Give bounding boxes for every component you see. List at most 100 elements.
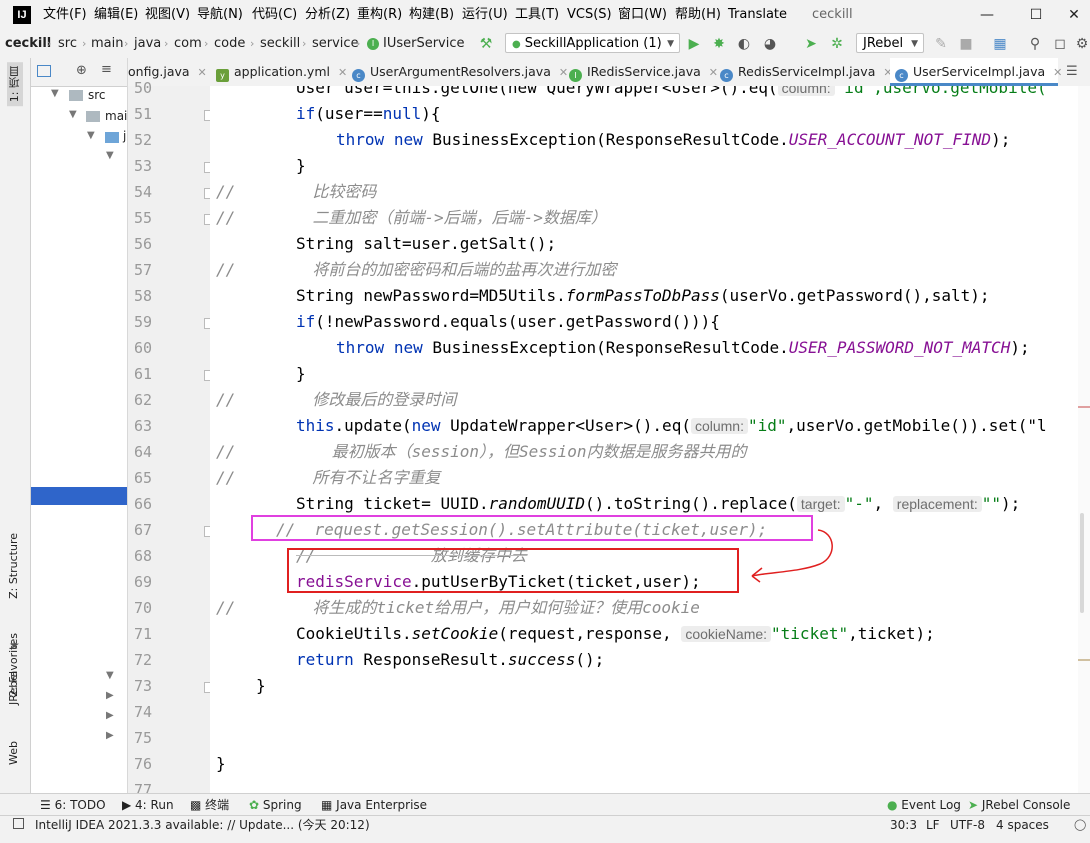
line-number: 57 bbox=[133, 261, 152, 279]
profiler-icon[interactable]: ◕ bbox=[762, 36, 778, 52]
warning-stripe-mark[interactable] bbox=[1078, 659, 1090, 661]
collapse-all-icon[interactable]: ≡ bbox=[101, 62, 112, 77]
menu-build[interactable]: 构建(B) bbox=[409, 0, 454, 30]
tool-windows-icon[interactable] bbox=[13, 818, 24, 829]
status-message[interactable]: IntelliJ IDEA 2021.3.3 available: // Upd… bbox=[35, 816, 370, 834]
menu-run[interactable]: 运行(U) bbox=[462, 0, 508, 30]
breadcrumb-com[interactable]: com bbox=[174, 30, 202, 58]
spring-tool-button[interactable]: ✿ Spring bbox=[249, 794, 302, 816]
file-encoding[interactable]: UTF-8 bbox=[950, 816, 985, 834]
menu-file[interactable]: 文件(F) bbox=[43, 0, 87, 30]
breadcrumb-src[interactable]: src bbox=[58, 30, 77, 58]
caret-position[interactable]: 30:3 bbox=[890, 816, 917, 834]
menu-tools[interactable]: 工具(T) bbox=[515, 0, 559, 30]
menu-vcs[interactable]: VCS(S) bbox=[567, 0, 612, 30]
tab-user-argument-resolvers[interactable]: c UserArgumentResolvers.java ✕ bbox=[352, 58, 568, 86]
settings-icon[interactable]: ⚙ bbox=[1074, 36, 1090, 52]
breadcrumb-seckill[interactable]: seckill bbox=[260, 30, 300, 58]
code-editor[interactable]: User user=this.getOne(new QueryWrapper<U… bbox=[210, 86, 1078, 793]
tab-overflow-icon[interactable]: ☰ bbox=[1066, 64, 1078, 79]
chevron-down-icon[interactable]: ▼ bbox=[69, 109, 77, 120]
project-view-icon[interactable] bbox=[37, 65, 51, 77]
param-hint: column: bbox=[690, 418, 748, 434]
minimize-icon[interactable]: — bbox=[964, 0, 1010, 30]
coverage-icon[interactable]: ◐ bbox=[736, 36, 752, 52]
breadcrumb-java[interactable]: java bbox=[134, 30, 161, 58]
chevron-down-icon[interactable]: ▼ bbox=[51, 88, 59, 99]
menu-refactor[interactable]: 重构(R) bbox=[357, 0, 402, 30]
interface-icon: I bbox=[367, 38, 379, 50]
jrebel-select[interactable]: JRebel ▼ bbox=[856, 33, 924, 53]
tool-tab-project[interactable]: 1: 项目 bbox=[7, 62, 23, 107]
locate-icon[interactable]: ⊕ bbox=[76, 63, 87, 78]
close-icon[interactable]: ✕ bbox=[1053, 66, 1062, 79]
breadcrumb-project[interactable]: ceckill bbox=[5, 30, 51, 58]
tool-tab-web[interactable]: Web bbox=[7, 741, 20, 765]
java-enterprise-tool-button[interactable]: ▦ Java Enterprise bbox=[321, 794, 427, 816]
breadcrumb-code[interactable]: code bbox=[214, 30, 245, 58]
editor-vertical-scrollbar[interactable] bbox=[1078, 86, 1090, 793]
line-number: 72 bbox=[133, 651, 152, 669]
tab-label: UserArgumentResolvers.java bbox=[370, 64, 551, 79]
editor-gutter: 50 51 52 53 54 55 56 57 58 59 60 61 62 63 64 65 66 67 68 69… bbox=[128, 79, 215, 799]
tab-application-yml[interactable]: y application.yml ✕ bbox=[216, 58, 361, 86]
search-icon[interactable]: ⚲ bbox=[1027, 36, 1043, 52]
menu-window[interactable]: 窗口(W) bbox=[618, 0, 667, 30]
jrebel-console-tool-button[interactable]: ➤ JRebel Console bbox=[968, 794, 1070, 816]
breadcrumb-service[interactable]: service bbox=[312, 30, 359, 58]
menu-navigate[interactable]: 导航(N) bbox=[197, 0, 243, 30]
jrebel-debug-icon[interactable]: ✲ bbox=[829, 36, 845, 52]
tab-redis-service-impl[interactable]: c RedisServiceImpl.java ✕ bbox=[720, 58, 893, 86]
close-icon[interactable]: ✕ bbox=[1058, 0, 1090, 30]
debug-icon[interactable]: ✸ bbox=[711, 36, 727, 52]
tree-selected-row[interactable] bbox=[31, 487, 127, 505]
close-icon[interactable]: ✕ bbox=[338, 66, 347, 79]
stop-icon[interactable]: ■ bbox=[958, 36, 974, 52]
chevron-right-icon[interactable]: ▶ bbox=[106, 710, 114, 721]
project-structure-icon[interactable]: ▦ bbox=[992, 36, 1008, 52]
line-separator[interactable]: LF bbox=[926, 816, 940, 834]
chevron-down-icon[interactable]: ▼ bbox=[106, 670, 114, 681]
chevron-right-icon[interactable]: ▶ bbox=[106, 730, 114, 741]
chevron-down-icon[interactable]: ▼ bbox=[106, 150, 114, 161]
menu-translate[interactable]: Translate bbox=[728, 0, 787, 30]
menu-help[interactable]: 帮助(H) bbox=[675, 0, 721, 30]
menu-edit[interactable]: 编辑(E) bbox=[94, 0, 138, 30]
chevron-right-icon[interactable]: ▶ bbox=[106, 690, 114, 701]
close-icon[interactable]: ✕ bbox=[709, 66, 718, 79]
breadcrumb-iuserservice[interactable]: IUserService bbox=[383, 30, 465, 58]
run-config-select[interactable]: ● SeckillApplication (1) ▼ bbox=[505, 33, 680, 53]
run-icon[interactable]: ▶ bbox=[686, 36, 702, 52]
breadcrumb-main[interactable]: main bbox=[91, 30, 123, 58]
tree-item-java[interactable]: j bbox=[123, 129, 126, 143]
scrollbar-thumb[interactable] bbox=[1080, 513, 1084, 613]
tree-item-src[interactable]: src bbox=[88, 88, 106, 102]
terminal-tool-button[interactable]: ▩ 终端 bbox=[190, 794, 229, 816]
lock-icon[interactable]: ◯ bbox=[1074, 818, 1086, 831]
menu-analyze[interactable]: 分析(Z) bbox=[305, 0, 350, 30]
maximize-icon[interactable]: ☐ bbox=[1013, 0, 1059, 30]
hammer-build-icon[interactable]: ⚒ bbox=[478, 36, 494, 52]
error-stripe-mark[interactable] bbox=[1078, 406, 1090, 408]
magenta-highlight-box bbox=[251, 515, 813, 541]
tab-user-service-impl[interactable]: c UserServiceImpl.java ✕ bbox=[890, 58, 1062, 86]
indent-setting[interactable]: 4 spaces bbox=[996, 816, 1049, 834]
close-icon[interactable]: ✕ bbox=[198, 66, 207, 79]
line-number: 50 bbox=[133, 79, 152, 97]
spring-icon: ✿ bbox=[249, 798, 263, 812]
jrebel-run-icon[interactable]: ➤ bbox=[803, 36, 819, 52]
tool-tab-jrebel[interactable]: JRebel bbox=[7, 671, 20, 705]
event-log-tool-button[interactable]: ● Event Log bbox=[887, 794, 961, 816]
tab-iredis-service[interactable]: I IRedisService.java ✕ bbox=[569, 58, 719, 86]
breadcrumb-separator-icon: › bbox=[47, 37, 52, 50]
run-tool-button[interactable]: ▶ 4: Run bbox=[122, 794, 174, 816]
menu-view[interactable]: 视图(V) bbox=[145, 0, 190, 30]
chevron-down-icon[interactable]: ▼ bbox=[87, 130, 95, 141]
attach-icon[interactable]: ✎ bbox=[933, 36, 949, 52]
todo-tool-button[interactable]: ☰ 6: TODO bbox=[40, 794, 106, 816]
close-icon[interactable]: ✕ bbox=[559, 66, 568, 79]
maximize-editor-icon[interactable]: ◻ bbox=[1052, 36, 1068, 52]
menu-code[interactable]: 代码(C) bbox=[252, 0, 297, 30]
tree-item-main[interactable]: mai bbox=[105, 109, 127, 123]
tool-tab-structure[interactable]: Z: Structure bbox=[7, 533, 20, 599]
